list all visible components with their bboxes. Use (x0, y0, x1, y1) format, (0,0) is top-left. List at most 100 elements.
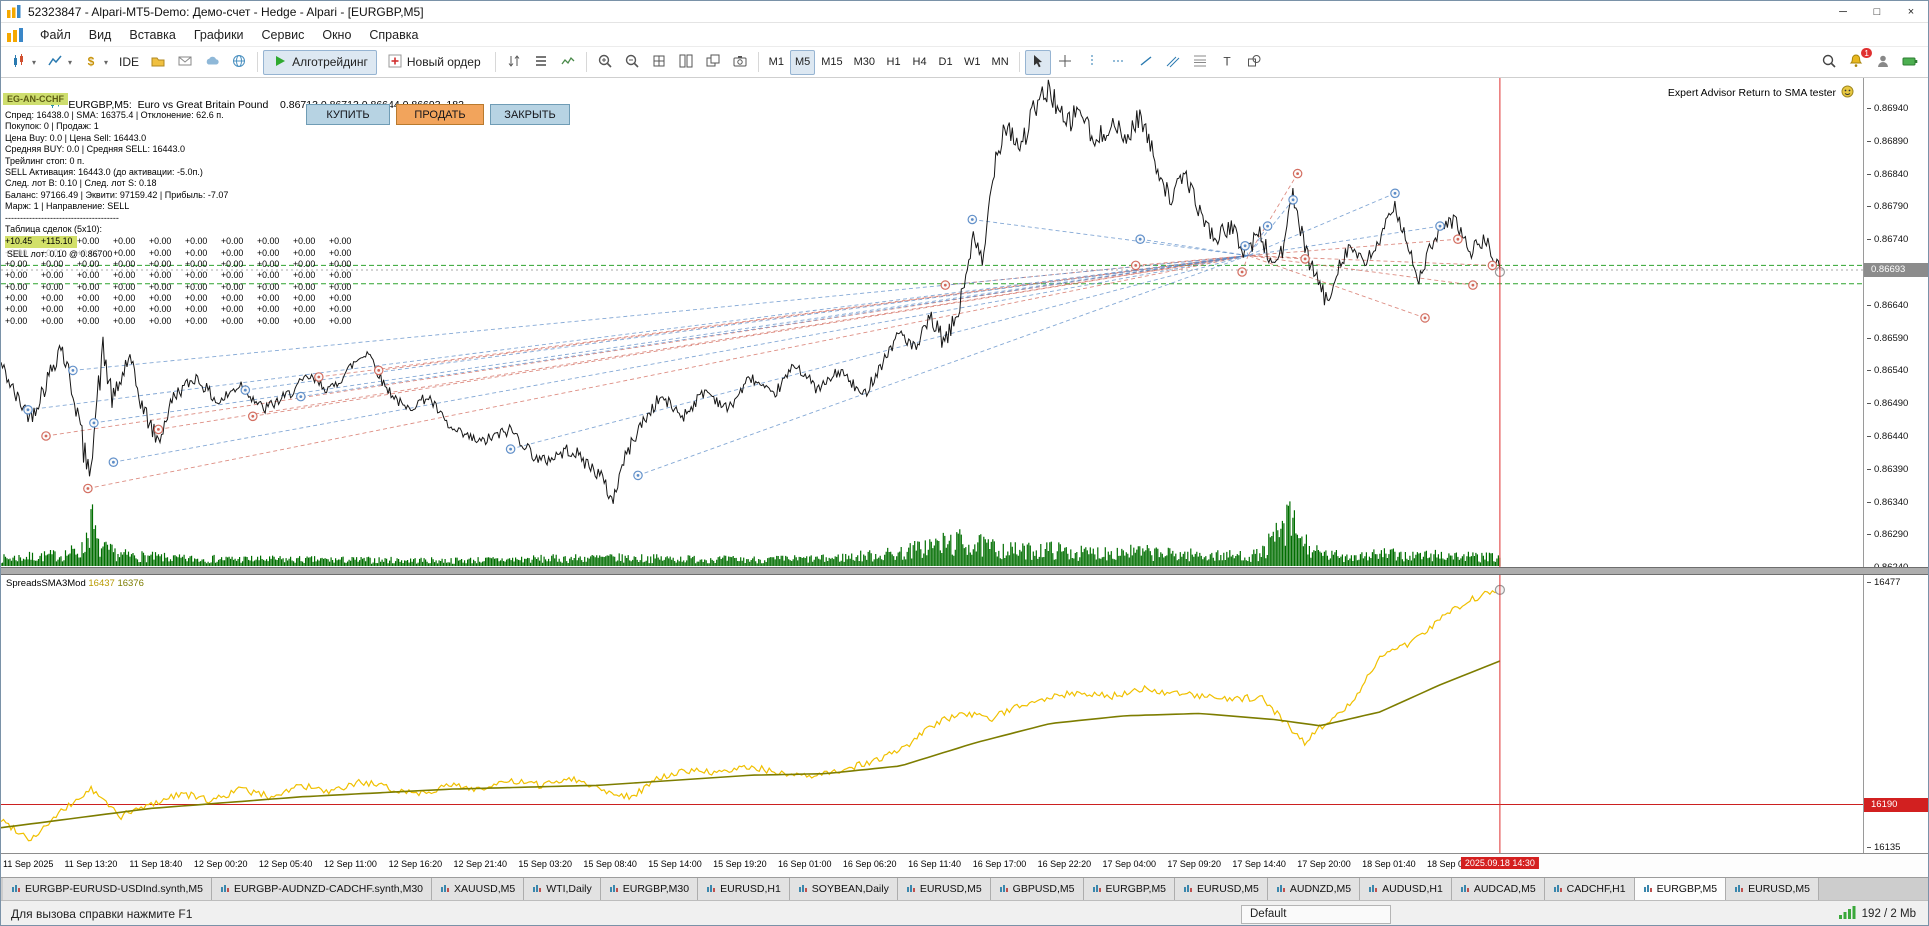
notifications-button[interactable]: 1 (1843, 47, 1872, 75)
crosshair-tool-button[interactable] (1052, 50, 1078, 75)
menu-item-5[interactable]: Сервис (253, 25, 314, 45)
shapes-tool-button[interactable] (1241, 50, 1267, 75)
chart-tab-10[interactable]: EURGBP,M5 (1083, 878, 1176, 900)
timeframe-m15[interactable]: M15 (816, 50, 847, 75)
mailbox-button[interactable] (172, 50, 198, 75)
indicator-line-label: 16190 (1864, 797, 1928, 812)
community-button[interactable] (226, 50, 252, 75)
menu-item-1[interactable]: Файл (31, 25, 80, 45)
menu-item-2[interactable]: Вид (80, 25, 121, 45)
symbols-sort-button[interactable] (501, 50, 527, 75)
timeframe-d1[interactable]: D1 (933, 50, 958, 75)
data-window-button[interactable] (145, 50, 171, 75)
chart-tab-8[interactable]: EURUSD,M5 (897, 878, 991, 900)
chart-tab-icon (609, 884, 619, 894)
time-axis-label: 17 Sep 20:00 (1297, 859, 1351, 869)
timeframe-w1[interactable]: W1 (959, 50, 986, 75)
channel-tool-button[interactable] (1160, 50, 1186, 75)
minimize-button[interactable]: ─ (1826, 1, 1860, 22)
chart-tab-15[interactable]: CADCHF,H1 (1544, 878, 1635, 900)
chart-tab-label: EURGBP-AUDNZD-CADCHF.synth,M30 (233, 883, 423, 895)
zoom-out-icon (624, 53, 640, 72)
chart-area[interactable]: EURGBP,M5: Euro vs Great Britain Pound 0… (1, 78, 1928, 853)
trade-table-row: +0.00 +0.00 +0.00 +0.00 +0.00 +0.00 +0.00 +0.00… (5, 259, 425, 270)
screenshot-button[interactable] (727, 50, 753, 75)
timeframe-h4[interactable]: H4 (907, 50, 932, 75)
chart-tab-12[interactable]: AUDNZD,M5 (1267, 878, 1361, 900)
trade-table-cell: +0.00 (149, 292, 172, 303)
menu-item-3[interactable]: Вставка (120, 25, 184, 45)
ide-button[interactable]: IDE (114, 50, 144, 75)
chart-tab-1[interactable]: EURGBP-EURUSD-USDInd.synth,M5 (3, 878, 212, 900)
chart-type-button[interactable]: ▾ (6, 50, 41, 75)
algo-trading-button[interactable]: Алготрейдинг (263, 49, 377, 75)
chart-tab-17[interactable]: EURUSD,M5 (1726, 878, 1819, 900)
vps-button[interactable] (199, 50, 225, 75)
cascade-windows-button[interactable] (700, 50, 726, 75)
tile-windows-button[interactable] (673, 50, 699, 75)
user-button[interactable] (1870, 50, 1896, 75)
time-axis-label: 17 Sep 04:00 (1102, 859, 1157, 869)
sell-button[interactable]: ПРОДАТЬ (396, 104, 484, 125)
time-axis-label: 15 Sep 14:00 (648, 859, 702, 869)
cursor-tool-button[interactable] (1024, 49, 1051, 75)
chart-tab-2[interactable]: EURGBP-AUDNZD-CADCHF.synth,M30 (211, 878, 432, 900)
timeframe-mn[interactable]: MN (987, 50, 1014, 75)
shapes-tool-icon (1246, 53, 1262, 72)
trade-table-cell: +0.00 (5, 281, 28, 292)
horizontal-line-tool-button[interactable] (1106, 50, 1132, 75)
price-axis-label: 0.86740 (1867, 234, 1908, 245)
chart-tab-6[interactable]: EURUSD,H1 (698, 878, 790, 900)
chart-tab-14[interactable]: AUDCAD,M5 (1451, 878, 1545, 900)
zoom-out-button[interactable] (619, 50, 645, 75)
vertical-line-tool-button[interactable] (1079, 50, 1105, 75)
trade-table-cell: +0.00 (41, 281, 64, 292)
trade-table-cell: +0.00 (113, 304, 136, 315)
trade-table-cell: +0.00 (113, 247, 136, 258)
profiles-button[interactable]: $ ▾ (78, 50, 113, 75)
new-chart-button[interactable]: ▾ (42, 50, 77, 75)
text-tool-button[interactable]: T (1214, 50, 1240, 75)
ea-panel-line: SELL Активация: 16443.0 (до активации: -… (5, 167, 203, 178)
search-button[interactable] (1816, 50, 1842, 75)
chart-tab-16[interactable]: EURGBP,M5 (1634, 878, 1727, 900)
buy-button[interactable]: КУПИТЬ (306, 104, 390, 125)
grid-button[interactable] (646, 50, 672, 75)
fibonacci-tool-button[interactable] (1187, 50, 1213, 75)
trade-table-cell: +0.00 (41, 292, 64, 303)
timeframe-m5[interactable]: M5 (789, 49, 816, 75)
chart-tab-3[interactable]: XAUUSD,M5 (432, 878, 525, 900)
trade-table-cell: +0.00 (257, 259, 280, 270)
trade-table-cell: +0.00 (185, 270, 208, 281)
pane-separator[interactable] (1, 567, 1928, 575)
new-order-button-label: Новый ордер (406, 55, 481, 69)
zoom-in-button[interactable] (592, 50, 618, 75)
menu-item-6[interactable]: Окно (313, 25, 360, 45)
profile-selector[interactable]: Default (1241, 905, 1391, 924)
ea-panel-line: Баланс: 97166.49 | Эквити: 97159.42 | Пр… (5, 189, 229, 200)
chart-tab-7[interactable]: SOYBEAN,Daily (789, 878, 898, 900)
trendline-tool-button[interactable] (1133, 50, 1159, 75)
time-axis-label: 17 Sep 14:40 (1232, 859, 1286, 869)
chart-tab-13[interactable]: AUDUSD,H1 (1360, 878, 1452, 900)
maximize-button[interactable]: □ (1860, 1, 1894, 22)
timeframe-m30[interactable]: M30 (849, 50, 880, 75)
close-button[interactable]: × (1894, 1, 1928, 22)
close-positions-button[interactable]: ЗАКРЫТЬ (490, 104, 570, 125)
chart-tab-5[interactable]: EURGBP,M30 (600, 878, 699, 900)
timeframe-m1[interactable]: M1 (764, 50, 789, 75)
price-axis-label: 0.86490 (1867, 398, 1908, 409)
time-axis-label: 17 Sep 09:20 (1167, 859, 1221, 869)
market-depth-button[interactable] (528, 50, 554, 75)
timeframe-h1[interactable]: H1 (881, 50, 906, 75)
tick-chart-button[interactable] (555, 50, 581, 75)
chart-tab-9[interactable]: GBPUSD,M5 (990, 878, 1084, 900)
chart-tab-11[interactable]: EURUSD,M5 (1175, 878, 1268, 900)
menu-item-7[interactable]: Справка (360, 25, 427, 45)
trade-table-cell: +0.00 (77, 281, 100, 292)
indicator-caption: SpreadsSMA3Mod 16437 16376 (6, 578, 144, 589)
new-order-button[interactable]: Новый ордер (378, 50, 490, 75)
trade-table-cell: +0.00 (221, 236, 244, 247)
menu-item-4[interactable]: Графики (185, 25, 253, 45)
chart-tab-4[interactable]: WTI,Daily (524, 878, 601, 900)
